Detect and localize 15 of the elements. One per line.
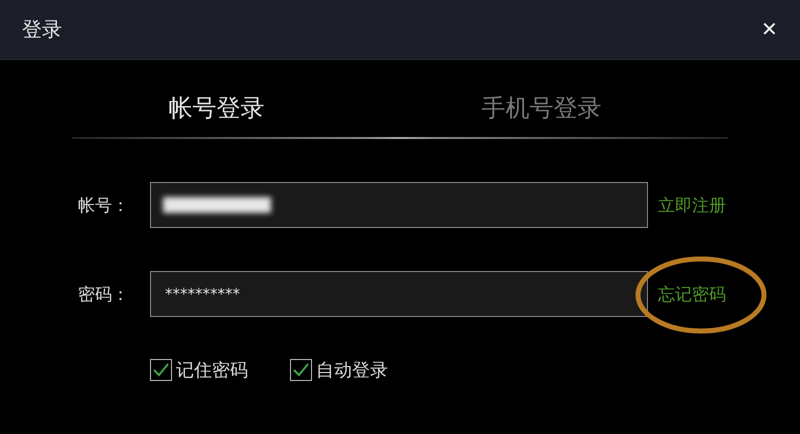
checkbox-label: 自动登录 (316, 359, 388, 382)
input-field[interactable] (150, 182, 648, 228)
password-field-value: ********** (163, 284, 635, 304)
checkbox[interactable] (150, 359, 172, 381)
text-link[interactable]: 立即注册 (658, 196, 726, 216)
checkbox-label: 记住密码 (176, 359, 248, 382)
tab[interactable]: 手机号登录 (472, 84, 612, 128)
checkbox[interactable] (290, 359, 312, 381)
input-field[interactable]: ********** (150, 271, 648, 317)
close-button[interactable]: ✕ (757, 17, 782, 42)
field-label: 密码： (78, 284, 130, 306)
field-label: 帐号： (78, 194, 130, 216)
window-title: 登录 (22, 16, 62, 43)
text-link[interactable]: 忘记密码 (658, 284, 726, 304)
tab[interactable]: 帐号登录 (158, 84, 274, 128)
